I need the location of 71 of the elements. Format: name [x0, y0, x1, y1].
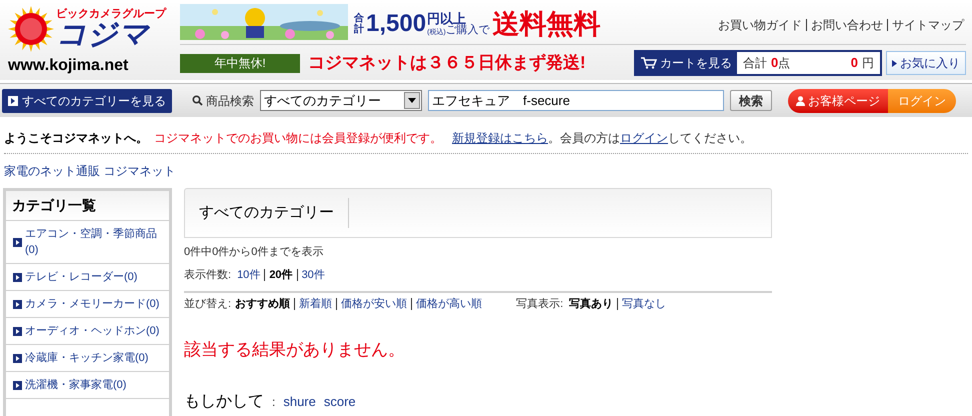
sort-label: 並び替え: — [184, 297, 232, 312]
arrow-icon — [13, 354, 22, 362]
free-shipping: 送料無料 — [492, 8, 601, 41]
category-item[interactable]: テレビ・レコーダー(0) — [6, 264, 169, 291]
category-tab[interactable]: すべてのカテゴリー — [185, 198, 349, 228]
per-page-label: 表示件数: — [184, 268, 232, 282]
header-link[interactable]: お問い合わせ — [811, 16, 883, 34]
cart-count: 0 — [771, 54, 778, 72]
search-field[interactable]: エフセキュア f-secure — [428, 90, 724, 111]
suggest-separator: : — [272, 394, 276, 411]
suggestion-link[interactable]: shure — [283, 392, 316, 412]
arrow-icon — [8, 96, 18, 106]
cart-count-unit: 点 — [778, 55, 790, 72]
cart-total-label: 合計 — [743, 55, 767, 72]
favorites-button[interactable]: お気に入り — [886, 51, 966, 75]
arrow-icon — [13, 380, 22, 390]
sidebar-title: カテゴリ一覧 — [6, 191, 169, 221]
promo-label: 合計 — [354, 13, 364, 36]
group-label: ビックカメラグループ — [56, 8, 166, 20]
triangle-icon — [892, 60, 897, 66]
person-icon — [796, 96, 805, 106]
arrow-icon — [13, 326, 22, 336]
search-button[interactable]: 検索 — [730, 90, 772, 111]
selected-option: 20件 — [269, 266, 293, 283]
my-page-button[interactable]: お客様ページ — [788, 88, 888, 112]
header-link[interactable]: サイトマップ — [892, 16, 964, 34]
arrow-icon — [13, 300, 22, 308]
registration-message: 新規登録はこちら。会員の方は ログイン してください。 — [452, 130, 752, 147]
cart-price-unit: 円 — [862, 55, 874, 72]
category-item[interactable]: カメラ・メモリーカード(0) — [6, 291, 169, 318]
suggestion-link[interactable]: score — [324, 392, 356, 412]
member-notice: コジマネットでのお買い物には会員登録が便利です。 — [154, 130, 442, 147]
search-label: 商品検索 — [206, 92, 254, 110]
arrow-icon — [13, 238, 22, 246]
no-results-message: 該当する結果がありません。 — [184, 338, 406, 360]
option-link[interactable]: 価格が安い順 — [341, 296, 408, 312]
promo-suffix: 円以上 — [427, 12, 466, 26]
logo-text: コジマ — [56, 20, 151, 50]
all-categories-button[interactable]: すべてのカテゴリーを見る — [2, 88, 172, 112]
dropdown-icon — [404, 92, 420, 109]
category-item[interactable]: 洗濯機・家事家電(0) — [6, 372, 169, 399]
arrow-icon — [13, 272, 22, 282]
register-link[interactable]: 新規登録はこちら — [452, 131, 548, 145]
shipping-notice: コジマネットは３６５日休まず発送! — [308, 52, 586, 74]
option-link[interactable]: 10件 — [237, 266, 260, 283]
search-icon — [192, 95, 203, 106]
photo-label: 写真表示: — [516, 297, 564, 312]
category-select[interactable]: すべてのカテゴリー — [260, 90, 422, 111]
selected-option: おすすめ順 — [235, 296, 290, 312]
open-badge: 年中無休! — [180, 54, 300, 72]
welcome-greeting: ようこそコジマネットへ。 — [4, 130, 148, 147]
site-url: www.kojima.net — [8, 56, 130, 76]
option-link[interactable]: 30件 — [302, 266, 325, 283]
option-link[interactable]: 新着順 — [299, 296, 332, 312]
promo-purchase: ご購入で — [446, 25, 490, 36]
category-item[interactable]: オーディオ・ヘッドホン(0) — [6, 318, 169, 345]
breadcrumb-link[interactable]: 家電のネット通販 コジマネット — [4, 162, 972, 180]
cart-price: 0 — [850, 54, 858, 72]
login-link[interactable]: ログイン — [620, 131, 668, 145]
cart-icon — [641, 57, 657, 69]
result-range: 0件中0件から0件までを表示 — [184, 245, 324, 260]
option-link[interactable]: 価格が高い順 — [416, 296, 482, 312]
category-item[interactable]: 冷蔵庫・キッチン家電(0) — [6, 345, 169, 372]
sun-icon — [8, 6, 54, 52]
suggest-label: もしかして — [184, 392, 264, 412]
selected-option: 写真あり — [569, 296, 614, 312]
cart-button[interactable]: カートを見る — [636, 52, 737, 74]
header-link[interactable]: お買い物ガイド — [718, 16, 802, 34]
option-link[interactable]: 写真なし — [622, 296, 666, 312]
category-item[interactable]: エアコン・空調・季節商品(0) — [6, 221, 169, 264]
promo-amount: 1,500 — [366, 9, 426, 40]
